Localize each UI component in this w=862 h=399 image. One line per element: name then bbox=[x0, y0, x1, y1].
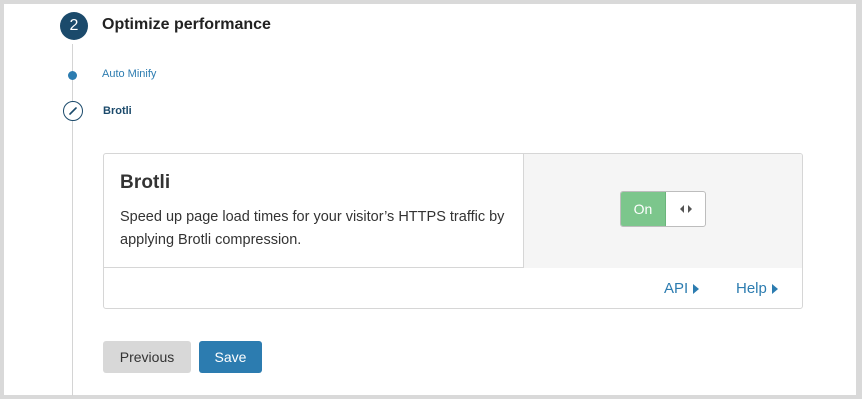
card-body: Brotli Speed up page load times for your… bbox=[104, 154, 802, 268]
step-timeline-line bbox=[72, 44, 73, 396]
card-footer: API Help bbox=[104, 268, 802, 308]
pencil-icon bbox=[63, 101, 83, 121]
completed-substep-dot bbox=[68, 71, 77, 80]
save-button[interactable]: Save bbox=[199, 341, 262, 373]
brotli-toggle[interactable]: On bbox=[620, 191, 706, 227]
step-number-badge: 2 bbox=[60, 12, 88, 40]
drag-handle-icon[interactable] bbox=[666, 192, 705, 226]
toggle-on-label[interactable]: On bbox=[621, 192, 666, 226]
api-link-label: API bbox=[664, 280, 689, 297]
previous-button[interactable]: Previous bbox=[103, 341, 191, 373]
caret-right-icon bbox=[693, 283, 700, 294]
help-link-label: Help bbox=[736, 280, 767, 297]
api-link[interactable]: API bbox=[664, 280, 700, 297]
caret-right-icon bbox=[771, 283, 778, 294]
substep-link-auto-minify[interactable]: Auto Minify bbox=[102, 68, 156, 80]
brotli-setting-card: Brotli Speed up page load times for your… bbox=[103, 153, 803, 309]
card-control-section: On bbox=[524, 154, 802, 268]
step-title: Optimize performance bbox=[102, 16, 271, 33]
help-link[interactable]: Help bbox=[736, 280, 778, 297]
card-description-section: Brotli Speed up page load times for your… bbox=[104, 154, 524, 268]
card-title: Brotli bbox=[120, 172, 171, 193]
substep-current-brotli: Brotli bbox=[103, 105, 132, 117]
settings-panel: 2 Optimize performance Auto Minify Brotl… bbox=[4, 4, 856, 396]
card-description: Speed up page load times for your visito… bbox=[120, 209, 505, 248]
